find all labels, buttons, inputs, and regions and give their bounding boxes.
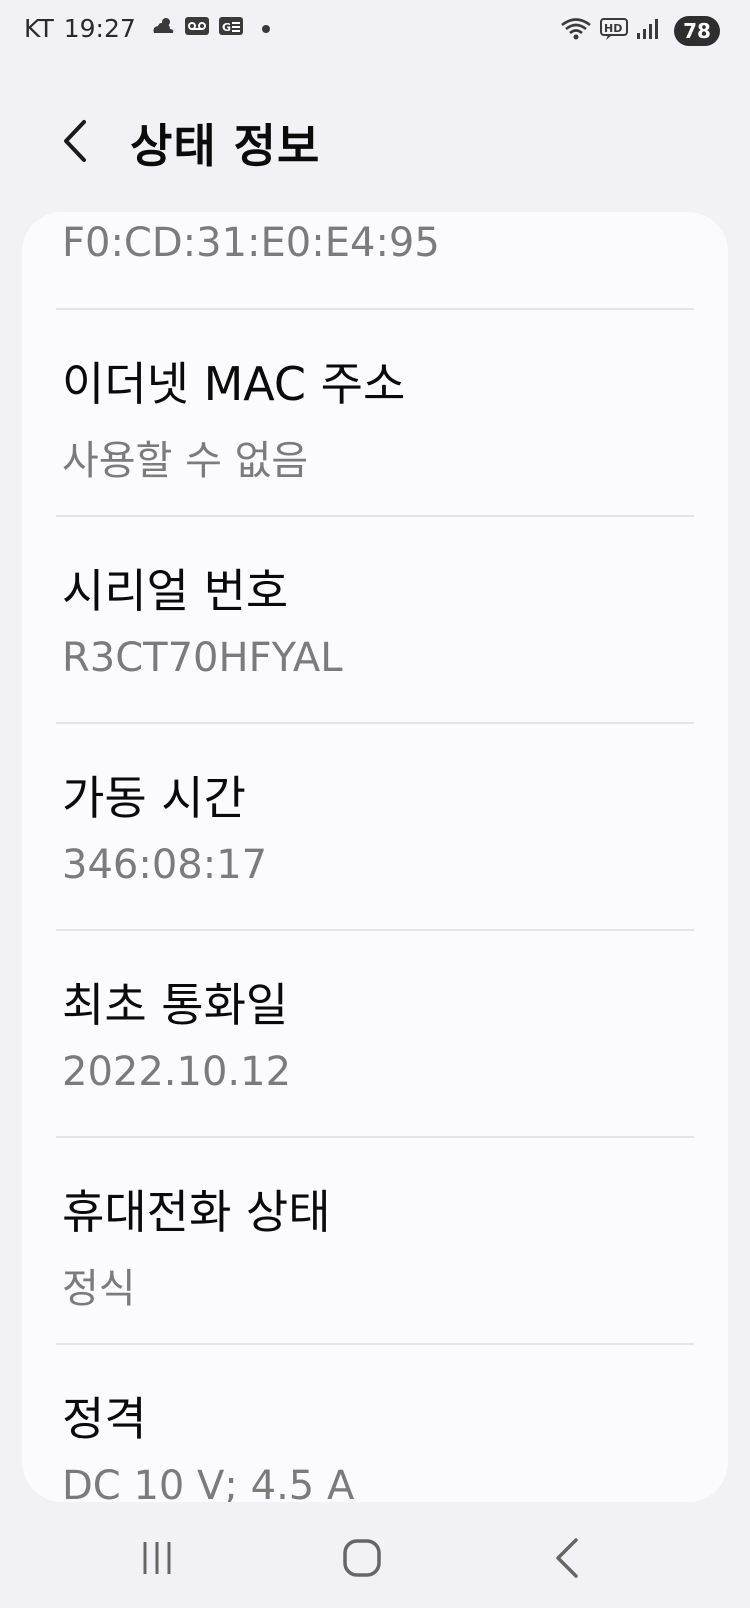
list-item-value: DC 10 V; 4.5 A [62,1463,355,1502]
hd-voice-icon: HD [600,17,628,45]
back-arrow-icon [556,1538,578,1578]
chevron-left-icon [64,120,86,162]
more-notifications-dot [261,24,270,33]
recent-apps-icon [143,1542,171,1574]
home-button[interactable] [333,1532,393,1584]
header: 상태 정보 [0,96,750,186]
list-item-rating[interactable]: 정격 DC 10 V; 4.5 A [56,1343,694,1502]
list-item-title: 가동 시간 [62,771,246,825]
status-bar-right: HD 78 [560,16,720,46]
list-item-value: R3CT70HFYAL [62,635,343,681]
wifi-icon [560,16,592,46]
weather-icon [150,14,176,43]
list-item-title: 정격 [62,1392,147,1446]
status-bar: KT 19:27 G HD 78 [0,0,750,66]
status-bar-left: KT 19:27 G [24,14,270,43]
list-item-ethernet-mac[interactable]: 이더넷 MAC 주소 사용할 수 없음 [56,308,694,515]
list-item-value: 346:08:17 [62,842,268,888]
list-item-uptime[interactable]: 가동 시간 346:08:17 [56,722,694,929]
info-rows: 이더넷 MAC 주소 사용할 수 없음 시리얼 번호 R3CT70HFYAL 가… [22,308,728,1502]
nav-back-button[interactable] [538,1532,598,1584]
page-title: 상태 정보 [130,119,321,173]
home-icon [343,1539,381,1577]
signal-icon [636,18,660,44]
list-item-value: 2022.10.12 [62,1049,292,1095]
list-item-serial-number[interactable]: 시리얼 번호 R3CT70HFYAL [56,515,694,722]
svg-text:HD: HD [604,22,622,35]
back-button[interactable] [58,114,98,168]
carrier-label: KT [24,14,54,43]
list-item-value: 정식 [62,1266,136,1312]
list-item-title: 최초 통화일 [62,978,289,1032]
clock: 19:27 [63,14,136,43]
voicemail-icon [184,14,210,43]
list-item-title: 휴대전화 상태 [62,1185,331,1239]
wifi-mac-value: F0:CD:31:E0:E4:95 [62,220,440,266]
list-item-first-call-date[interactable]: 최초 통화일 2022.10.12 [56,929,694,1136]
status-info-list: F0:CD:31:E0:E4:95 이더넷 MAC 주소 사용할 수 없음 시리… [22,212,728,1502]
list-item-value: 사용할 수 없음 [62,438,309,484]
list-item-title: 시리얼 번호 [62,564,289,618]
navigation-bar [0,1508,750,1608]
list-item-title: 이더넷 MAC 주소 [62,357,406,411]
svg-text:G: G [222,21,231,34]
recent-apps-button[interactable] [127,1532,187,1584]
list-item-phone-status[interactable]: 휴대전화 상태 정식 [56,1136,694,1343]
battery-indicator: 78 [674,16,720,46]
gallery-notification-icon: G [218,14,244,43]
